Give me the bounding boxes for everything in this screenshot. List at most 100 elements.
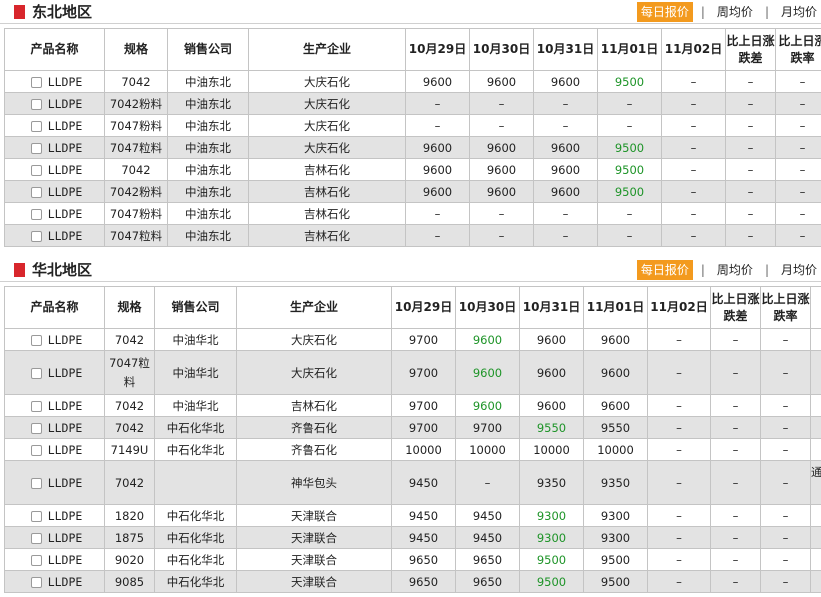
- price-cell: 9300: [583, 504, 648, 527]
- tab-weekly-average[interactable]: 周均价: [713, 260, 757, 280]
- price-cell: 9350: [583, 460, 648, 505]
- price-cell: –: [661, 202, 726, 225]
- rate-cell: –: [760, 350, 811, 395]
- diff-cell: –: [710, 504, 761, 527]
- price-cell: 9600: [405, 180, 470, 203]
- row-checkbox[interactable]: [30, 334, 42, 346]
- price-cell: 9650: [455, 570, 520, 593]
- tab-monthly-average[interactable]: 月均价: [777, 260, 821, 280]
- row-checkbox[interactable]: [30, 186, 42, 198]
- row-checkbox[interactable]: [30, 367, 42, 379]
- spec-cell: 7042: [104, 416, 155, 439]
- seller-cell: 中石化华北: [154, 438, 237, 461]
- section-marker-icon: [14, 5, 25, 19]
- diff-cell: –: [710, 570, 761, 593]
- tab-daily-price[interactable]: 每日报价: [636, 260, 693, 280]
- producer-cell: 齐鲁石化: [236, 416, 392, 439]
- row-checkbox[interactable]: [30, 120, 42, 132]
- price-cell: –: [533, 224, 598, 247]
- product-cell: LLDPE: [4, 416, 105, 439]
- producer-cell: 吉林石化: [248, 180, 406, 203]
- overflow-cell: [810, 548, 821, 571]
- tab-weekly-average[interactable]: 周均价: [713, 2, 757, 22]
- price-cell: 9600: [583, 350, 648, 395]
- price-cell: 9700: [455, 416, 520, 439]
- seller-cell: 中油东北: [167, 136, 249, 159]
- product-cell: LLDPE: [4, 504, 105, 527]
- table-header-row: 产品名称 规格 销售公司 生产企业 10月29日 10月30日 10月31日 1…: [4, 286, 821, 329]
- row-checkbox[interactable]: [30, 142, 42, 154]
- row-checkbox[interactable]: [30, 230, 42, 242]
- diff-cell: –: [725, 224, 776, 247]
- col-header: 比上日涨跌率: [760, 286, 811, 329]
- row-checkbox[interactable]: [30, 532, 42, 544]
- product-name: LLDPE: [47, 365, 83, 380]
- row-checkbox[interactable]: [30, 208, 42, 220]
- row-checkbox[interactable]: [30, 554, 42, 566]
- col-header: 10月31日: [533, 28, 598, 71]
- seller-cell: 中油东北: [167, 70, 249, 93]
- product-cell: LLDPE: [4, 92, 105, 115]
- price-cell: 9700: [391, 394, 456, 417]
- price-cell: –: [455, 460, 520, 505]
- price-cell: 9600: [455, 350, 520, 395]
- price-cell: 9600: [583, 394, 648, 417]
- spec-cell: 7042: [104, 394, 155, 417]
- price-cell: 9700: [391, 350, 456, 395]
- price-cell: –: [405, 114, 470, 137]
- price-cell: 9450: [391, 526, 456, 549]
- section-title: 东北地区: [32, 3, 93, 21]
- col-header: 销售公司: [167, 28, 249, 71]
- table-row: LLDPE 7042 中石化华北 齐鲁石化 9700 9700 9550 955…: [4, 416, 821, 439]
- price-cell: –: [647, 548, 711, 571]
- product-name: LLDPE: [47, 442, 83, 457]
- row-checkbox[interactable]: [30, 477, 42, 489]
- seller-cell: 中油东北: [167, 158, 249, 181]
- row-checkbox[interactable]: [30, 444, 42, 456]
- spec-cell: 7042: [104, 158, 168, 181]
- rate-cell: –: [760, 460, 811, 505]
- diff-cell: –: [710, 416, 761, 439]
- tab-daily-price[interactable]: 每日报价: [636, 2, 693, 22]
- diff-cell: –: [710, 526, 761, 549]
- col-header: 规格: [104, 28, 168, 71]
- row-checkbox[interactable]: [30, 510, 42, 522]
- product-name: LLDPE: [47, 184, 83, 199]
- tab-monthly-average[interactable]: 月均价: [777, 2, 821, 22]
- product-cell: LLDPE: [4, 114, 105, 137]
- product-cell: LLDPE: [4, 328, 105, 351]
- row-checkbox[interactable]: [30, 98, 42, 110]
- product-name: LLDPE: [47, 140, 83, 155]
- col-header: 11月01日: [597, 28, 662, 71]
- spec-cell: 1820: [104, 504, 155, 527]
- row-checkbox[interactable]: [30, 422, 42, 434]
- price-cell: 9600: [519, 350, 584, 395]
- row-checkbox[interactable]: [30, 400, 42, 412]
- price-cell: 9450: [391, 504, 456, 527]
- product-name: LLDPE: [47, 74, 83, 89]
- col-header: 销售公司: [154, 286, 237, 329]
- diff-cell: –: [725, 70, 776, 93]
- row-checkbox[interactable]: [30, 164, 42, 176]
- producer-cell: 吉林石化: [248, 202, 406, 225]
- product-cell: LLDPE: [4, 438, 105, 461]
- diff-cell: –: [710, 548, 761, 571]
- rate-cell: –: [760, 504, 811, 527]
- col-header-overflow: [810, 286, 821, 329]
- price-cell: 9650: [455, 548, 520, 571]
- rate-cell: –: [760, 416, 811, 439]
- price-cell: 9650: [391, 548, 456, 571]
- producer-cell: 天津联合: [236, 548, 392, 571]
- price-cell: 9500: [583, 570, 648, 593]
- overflow-cell: [810, 416, 821, 439]
- spec-cell: 7149U: [104, 438, 155, 461]
- product-name: LLDPE: [47, 574, 83, 589]
- price-cell: 9600: [533, 180, 598, 203]
- price-cell: –: [647, 438, 711, 461]
- price-cell: 10000: [519, 438, 584, 461]
- rate-cell: –: [775, 70, 821, 93]
- price-cell: 9600: [405, 136, 470, 159]
- row-checkbox[interactable]: [30, 76, 42, 88]
- table-row: LLDPE 1820 中石化华北 天津联合 9450 9450 9300 930…: [4, 504, 821, 527]
- row-checkbox[interactable]: [30, 576, 42, 588]
